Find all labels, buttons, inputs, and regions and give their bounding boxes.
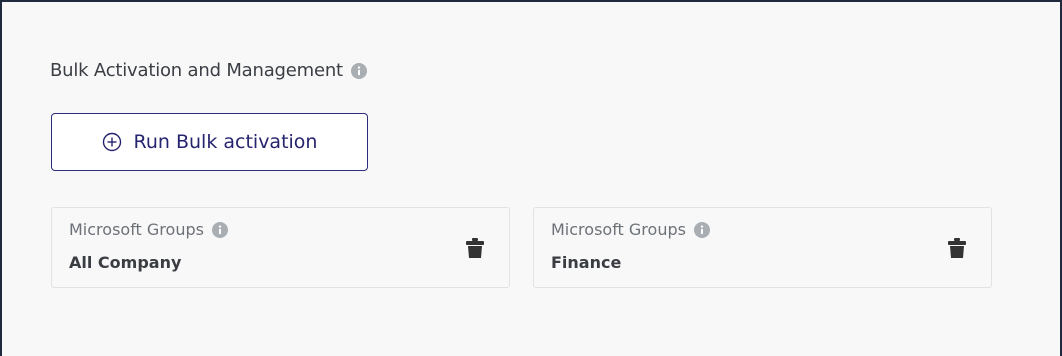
group-card-label-row: Microsoft Groups: [69, 220, 228, 239]
run-bulk-activation-button[interactable]: Run Bulk activation: [51, 113, 368, 171]
delete-group-button[interactable]: [465, 236, 485, 260]
info-icon[interactable]: [350, 62, 367, 79]
group-card: Microsoft Groups All Company: [51, 207, 510, 288]
run-bulk-activation-label: Run Bulk activation: [133, 131, 318, 153]
trash-icon: [948, 237, 966, 259]
trash-icon: [466, 237, 484, 259]
group-card: Microsoft Groups Finance: [533, 207, 992, 288]
section-header: Bulk Activation and Management: [50, 60, 367, 81]
section-title: Bulk Activation and Management: [50, 60, 343, 81]
circle-plus-icon: [102, 132, 122, 152]
info-icon[interactable]: [693, 221, 710, 238]
group-card-value: Finance: [551, 253, 622, 272]
group-card-label: Microsoft Groups: [551, 220, 686, 239]
group-card-label-row: Microsoft Groups: [551, 220, 710, 239]
group-card-label: Microsoft Groups: [69, 220, 204, 239]
info-icon[interactable]: [211, 221, 228, 238]
group-card-value: All Company: [69, 253, 182, 272]
delete-group-button[interactable]: [947, 236, 967, 260]
bulk-activation-panel: Bulk Activation and Management Run Bulk …: [0, 0, 1062, 356]
